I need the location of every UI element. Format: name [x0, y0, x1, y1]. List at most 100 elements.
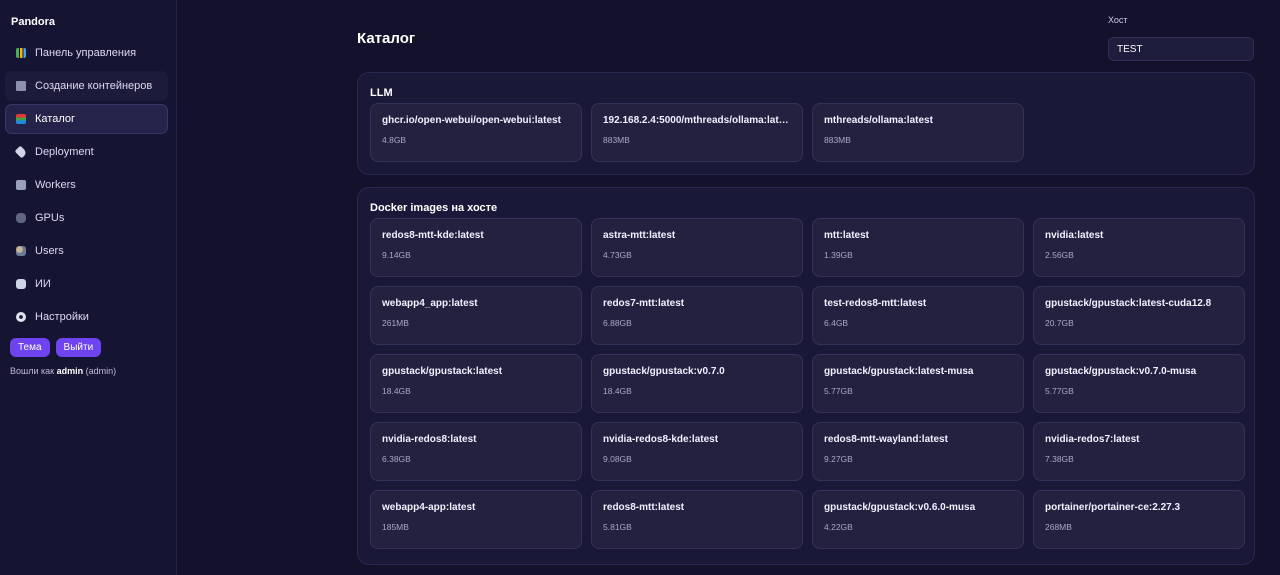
image-size: 5.81GB	[603, 522, 632, 532]
sidebar-nav: Панель управления Создание контейнеров К…	[5, 38, 168, 332]
app-root: Pandora Панель управления Создание конте…	[0, 0, 1280, 575]
sidebar: Pandora Панель управления Создание конте…	[0, 0, 177, 575]
sidebar-actions: Тема Выйти	[10, 338, 168, 357]
image-size: 4.73GB	[603, 250, 632, 260]
sidebar-item-workers[interactable]: Workers	[5, 170, 168, 200]
users-icon	[16, 246, 26, 256]
image-size: 883MB	[603, 135, 630, 145]
image-name: mtt:latest	[824, 230, 870, 241]
sidebar-item-deployment[interactable]: Deployment	[5, 137, 168, 167]
docker-images-section: Docker images на хосте redos8-mtt-kde:la…	[357, 187, 1255, 565]
sidebar-item-label: Создание контейнеров	[35, 80, 153, 92]
image-card[interactable]: nvidia-redos8-kde:latest 9.08GB	[591, 422, 803, 481]
image-card[interactable]: mthreads/ollama:latest 883MB	[812, 103, 1024, 162]
image-card[interactable]: redos8-mtt-wayland:latest 9.27GB	[812, 422, 1024, 481]
sidebar-item-users[interactable]: Users	[5, 236, 168, 266]
image-name: gpustack/gpustack:latest	[382, 366, 503, 377]
image-card[interactable]: webapp4-app:latest 185MB	[370, 490, 582, 549]
image-name: gpustack/gpustack:v0.7.0-musa	[1045, 366, 1197, 377]
image-card[interactable]: gpustack/gpustack:v0.7.0 18.4GB	[591, 354, 803, 413]
image-card[interactable]: redos8-mtt-kde:latest 9.14GB	[370, 218, 582, 277]
page-title: Каталог	[357, 30, 416, 47]
image-size: 7.38GB	[1045, 454, 1074, 464]
image-card[interactable]: mtt:latest 1.39GB	[812, 218, 1024, 277]
image-name: ghcr.io/open-webui/open-webui:latest	[382, 115, 561, 126]
image-size: 185MB	[382, 522, 409, 532]
login-user: admin	[56, 366, 84, 376]
image-size: 6.88GB	[603, 318, 632, 328]
image-card[interactable]: webapp4_app:latest 261MB	[370, 286, 582, 345]
robot-icon	[16, 279, 26, 289]
image-card[interactable]: redos7-mtt:latest 6.88GB	[591, 286, 803, 345]
sidebar-item-label: Deployment	[35, 146, 94, 158]
server-icon	[16, 180, 26, 190]
dashboard-icon	[16, 48, 26, 58]
image-card[interactable]: 192.168.2.4:5000/mthreads/ollama:latest …	[591, 103, 803, 162]
image-name: gpustack/gpustack:v0.7.0	[603, 366, 725, 377]
image-card[interactable]: gpustack/gpustack:v0.6.0-musa 4.22GB	[812, 490, 1024, 549]
sidebar-item-label: GPUs	[35, 212, 65, 224]
image-card[interactable]: gpustack/gpustack:latest-musa 5.77GB	[812, 354, 1024, 413]
image-name: 192.168.2.4:5000/mthreads/ollama:latest	[603, 115, 791, 126]
image-name: nvidia:latest	[1045, 230, 1104, 241]
image-card[interactable]: nvidia:latest 2.56GB	[1033, 218, 1245, 277]
llm-grid: ghcr.io/open-webui/open-webui:latest 4.8…	[370, 103, 1242, 162]
image-card[interactable]: astra-mtt:latest 4.73GB	[591, 218, 803, 277]
host-label: Хост	[1108, 15, 1128, 25]
sidebar-item-create-containers[interactable]: Создание контейнеров	[5, 71, 168, 101]
llm-section: LLM ghcr.io/open-webui/open-webui:latest…	[357, 72, 1255, 175]
image-card[interactable]: nvidia-redos8:latest 6.38GB	[370, 422, 582, 481]
image-name: gpustack/gpustack:v0.6.0-musa	[824, 502, 976, 513]
image-card[interactable]: nvidia-redos7:latest 7.38GB	[1033, 422, 1245, 481]
image-name: nvidia-redos8-kde:latest	[603, 434, 719, 445]
image-size: 261MB	[382, 318, 409, 328]
image-name: redos8-mtt-wayland:latest	[824, 434, 948, 445]
image-size: 1.39GB	[824, 250, 853, 260]
docker-section-title: Docker images на хосте	[370, 202, 498, 214]
brand-title: Pandora	[11, 16, 56, 28]
image-card[interactable]: gpustack/gpustack:v0.7.0-musa 5.77GB	[1033, 354, 1245, 413]
image-name: webapp4-app:latest	[382, 502, 476, 513]
image-card[interactable]: ghcr.io/open-webui/open-webui:latest 4.8…	[370, 103, 582, 162]
image-card[interactable]: portainer/portainer-ce:2.27.3 268MB	[1033, 490, 1245, 549]
llm-section-title: LLM	[370, 87, 393, 99]
image-size: 18.4GB	[382, 386, 411, 396]
main-content: Каталог Хост LLM ghcr.io/open-webui/open…	[177, 0, 1280, 575]
image-name: test-redos8-mtt:latest	[824, 298, 927, 309]
image-name: mthreads/ollama:latest	[824, 115, 933, 126]
image-name: gpustack/gpustack:latest-musa	[824, 366, 974, 377]
gear-icon	[16, 312, 26, 322]
image-size: 18.4GB	[603, 386, 632, 396]
sidebar-item-settings[interactable]: Настройки	[5, 302, 168, 332]
image-name: gpustack/gpustack:latest-cuda12.8	[1045, 298, 1212, 309]
image-card[interactable]: test-redos8-mtt:latest 6.4GB	[812, 286, 1024, 345]
image-name: redos7-mtt:latest	[603, 298, 685, 309]
host-input[interactable]	[1108, 37, 1254, 61]
image-name: nvidia-redos7:latest	[1045, 434, 1140, 445]
image-card[interactable]: gpustack/gpustack:latest 18.4GB	[370, 354, 582, 413]
image-card[interactable]: redos8-mtt:latest 5.81GB	[591, 490, 803, 549]
image-size: 268MB	[1045, 522, 1072, 532]
docker-grid: redos8-mtt-kde:latest 9.14GB astra-mtt:la…	[370, 218, 1245, 549]
sidebar-item-label: Users	[35, 245, 64, 257]
logout-button[interactable]: Выйти	[55, 338, 102, 357]
image-size: 883MB	[824, 135, 851, 145]
image-name: portainer/portainer-ce:2.27.3	[1045, 502, 1181, 513]
login-prefix: Вошли как	[10, 366, 55, 376]
sidebar-item-catalog[interactable]: Каталог	[5, 104, 168, 134]
image-card[interactable]: gpustack/gpustack:latest-cuda12.8 20.7GB	[1033, 286, 1245, 345]
login-info: Вошли как admin (admin)	[10, 366, 168, 376]
image-size: 9.14GB	[382, 250, 411, 260]
books-icon	[16, 114, 26, 124]
sidebar-item-dashboard[interactable]: Панель управления	[5, 38, 168, 68]
image-size: 5.77GB	[1045, 386, 1074, 396]
rocket-icon	[14, 145, 28, 159]
theme-button[interactable]: Тема	[10, 338, 50, 357]
image-name: astra-mtt:latest	[603, 230, 676, 241]
image-size: 9.27GB	[824, 454, 853, 464]
image-name: webapp4_app:latest	[382, 298, 478, 309]
image-size: 6.4GB	[824, 318, 849, 328]
sidebar-item-ai[interactable]: ИИ	[5, 269, 168, 299]
monitor-icon	[16, 81, 26, 91]
sidebar-item-gpus[interactable]: GPUs	[5, 203, 168, 233]
